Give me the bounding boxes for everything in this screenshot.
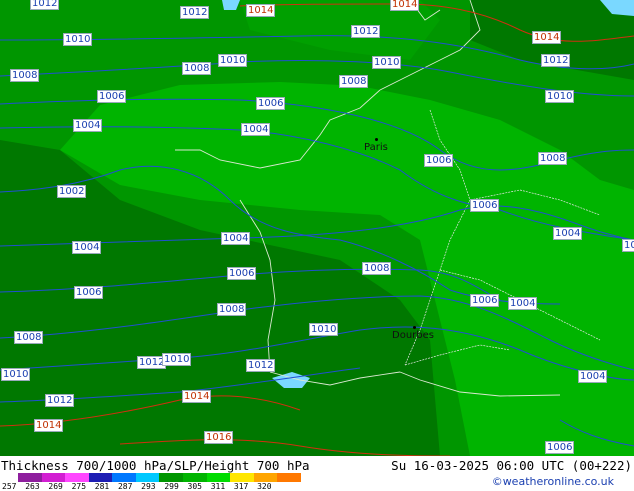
isobar-label: 1004 <box>221 232 251 245</box>
isobar-label: 1016 <box>204 431 234 444</box>
isobar-label: 1010 <box>545 90 575 103</box>
footer: Thickness 700/1000 hPa/SLP/Height 700 hP… <box>0 456 634 491</box>
isobar-label: 1006 <box>74 286 104 299</box>
isobar-label: 1010 <box>162 353 192 366</box>
isobar-label: 1012 <box>541 54 571 67</box>
city-label-paris: Paris <box>364 142 388 153</box>
legend-swatch <box>88 473 113 482</box>
isobar-label: 1012 <box>246 359 276 372</box>
isobar-label: 1014 <box>182 390 212 403</box>
legend-swatch <box>159 473 184 482</box>
isobar-label: 1010 <box>372 56 402 69</box>
city-label-dourbes: Dourbes <box>392 330 434 341</box>
isobar-label: 1014 <box>34 419 64 432</box>
legend-swatch <box>230 473 254 482</box>
isobar-label: 1008 <box>10 69 40 82</box>
legend-colorbar <box>18 473 301 482</box>
isobar-label: 1006 <box>470 199 500 212</box>
map-view: 1012 1012 1014 1014 1010 1012 1014 1008 … <box>0 0 634 491</box>
isobar-label: 1012 <box>351 25 381 38</box>
isobar-label: 1006 <box>424 154 454 167</box>
isobar-label: 1006 <box>545 441 575 454</box>
legend-swatch <box>253 473 278 482</box>
legend-swatch <box>277 473 301 482</box>
legend-swatch <box>41 473 66 482</box>
city-marker-paris <box>375 138 378 141</box>
isobar-label: 1006 <box>227 267 257 280</box>
isobar-label: 1002 <box>57 185 87 198</box>
isobar-label: 1004 <box>578 370 608 383</box>
map-timestamp: Su 16-03-2025 06:00 UTC (00+222) <box>391 458 632 473</box>
city-marker-dourbes <box>413 326 416 329</box>
isobar-label: 1006 <box>97 90 127 103</box>
isobar-label: 1004 <box>72 241 102 254</box>
legend-swatch <box>112 473 136 482</box>
isobar-label: 1008 <box>182 62 212 75</box>
isobar-label: 1010 <box>309 323 339 336</box>
legend-swatch <box>135 473 160 482</box>
isobar-label: 1008 <box>362 262 392 275</box>
isobar-label: 1012 <box>180 6 210 19</box>
isobar-label: 1008 <box>217 303 247 316</box>
isobar-label: 1012 <box>30 0 60 10</box>
isobar-label: 1010 <box>1 368 31 381</box>
isobar-label: 1006 <box>256 97 286 110</box>
isobar-label: 1006 <box>470 294 500 307</box>
isobar-label: 10 <box>622 239 634 252</box>
copyright-link[interactable]: ©weatheronline.co.uk <box>492 475 614 488</box>
isobar-label: 1014 <box>532 31 562 44</box>
isobar-label: 1004 <box>73 119 103 132</box>
isobar-label: 1010 <box>63 33 93 46</box>
isobar-label: 1008 <box>538 152 568 165</box>
isobar-label: 1008 <box>14 331 44 344</box>
isobar-label: 1014 <box>390 0 420 11</box>
legend-swatch <box>183 473 207 482</box>
map-title: Thickness 700/1000 hPa/SLP/Height 700 hP… <box>1 458 310 473</box>
legend-swatch <box>65 473 89 482</box>
isobar-label: 1004 <box>241 123 271 136</box>
isobar-label: 1014 <box>246 4 276 17</box>
isobar-label: 1010 <box>218 54 248 67</box>
thickness-map <box>0 0 634 456</box>
legend-swatch <box>206 473 231 482</box>
isobar-label: 1008 <box>339 75 369 88</box>
isobar-label: 1004 <box>553 227 583 240</box>
legend-swatch <box>18 473 42 482</box>
isobar-label: 1004 <box>508 297 538 310</box>
isobar-label: 1012 <box>45 394 75 407</box>
